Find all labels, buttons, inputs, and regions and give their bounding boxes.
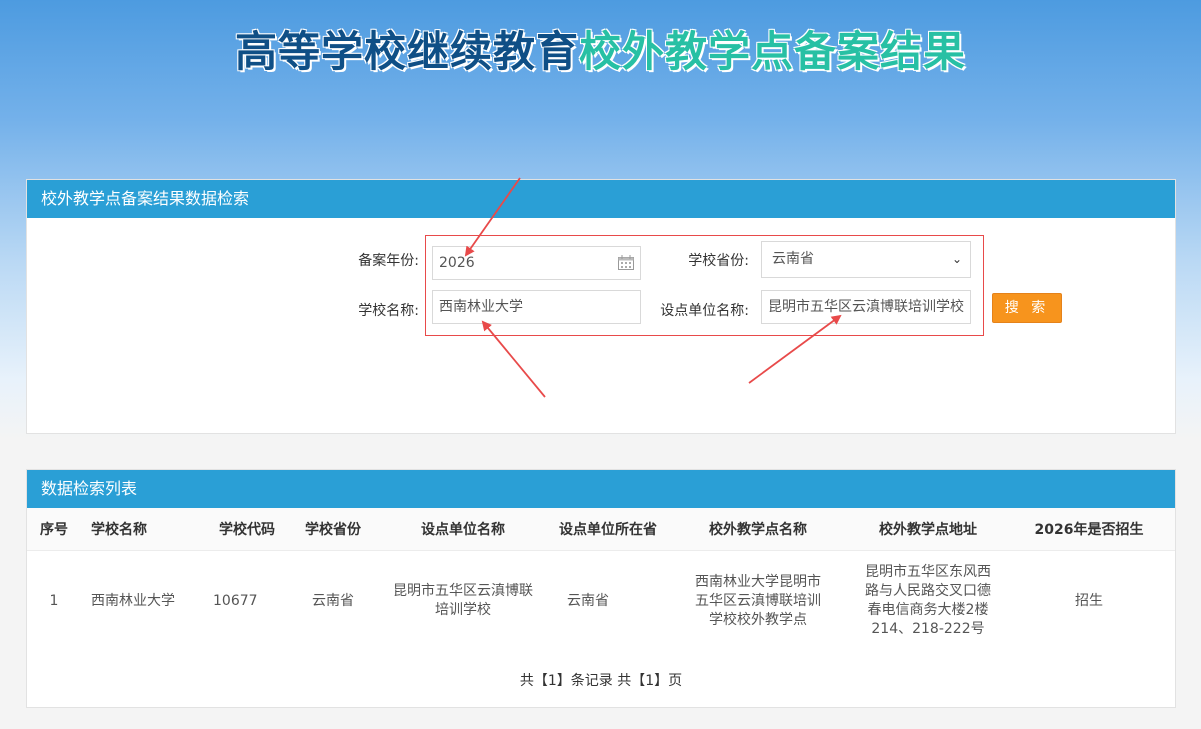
year-field[interactable]: 2026 [432,246,641,280]
col-school: 学校名称 [81,508,201,551]
cell-site-name: 西南林业大学昆明市五华区云滇博联培训学校校外教学点 [695,573,821,628]
page-title-part1: 高等学校继续教育 [234,27,579,76]
school-input[interactable]: 西南林业大学 [432,290,641,324]
cell-code: 10677 [213,592,258,609]
school-value: 西南林业大学 [439,299,523,315]
page-title-part2: 校外教学点备案结果 [579,27,967,76]
school-label: 学校名称: [358,303,419,319]
col-site-address: 校外教学点地址 [853,508,1003,551]
province-value: 云南省 [772,251,814,267]
province-label: 学校省份: [688,253,749,269]
cell-index: 1 [49,592,59,609]
col-province: 学校省份 [293,508,373,551]
col-unit-province: 设点单位所在省 [553,508,663,551]
col-recruiting: 2026年是否招生 [1003,508,1175,551]
page-title: 高等学校继续教育校外教学点备案结果 [0,18,1201,79]
results-panel: 数据检索列表 序号 学校名称 学校代码 学校省份 设点单位名称 设点单位所在省 … [26,469,1176,708]
table-row: 1 西南林业大学 10677 云南省 昆明市五华区云滇博联培训学校 云南省 西南… [27,550,1175,652]
col-code: 学校代码 [201,508,293,551]
unit-input[interactable]: 昆明市五华区云滇博联培训学校 [761,290,971,324]
results-table: 序号 学校名称 学校代码 学校省份 设点单位名称 设点单位所在省 校外教学点名称… [27,508,1175,652]
calendar-icon[interactable] [618,255,634,270]
province-select[interactable]: 云南省 ⌄ [761,241,971,278]
search-panel-title: 校外教学点备案结果数据检索 [27,180,1175,218]
search-panel: 校外教学点备案结果数据检索 备案年份: 2026 学校省份: 云南省 ⌄ 学校名… [26,179,1176,434]
col-index: 序号 [27,508,81,551]
year-value: 2026 [439,255,475,271]
year-label: 备案年份: [358,253,419,269]
table-header-row: 序号 学校名称 学校代码 学校省份 设点单位名称 设点单位所在省 校外教学点名称… [27,508,1175,551]
unit-value: 昆明市五华区云滇博联培训学校 [768,299,964,315]
unit-label: 设点单位名称: [660,303,749,319]
cell-province: 云南省 [312,592,354,609]
chevron-down-icon: ⌄ [951,252,962,266]
cell-school: 西南林业大学 [91,592,175,609]
cell-recruiting: 招生 [1075,592,1103,609]
search-button[interactable]: 搜 索 [992,293,1062,323]
cell-site-address: 昆明市五华区东风西路与人民路交叉口德春电信商务大楼2楼214、218-222号 [865,564,991,638]
cell-unit-province: 云南省 [567,592,609,609]
pagination-summary: 共【1】条记录 共【1】页 [519,673,683,689]
col-unit: 设点单位名称 [373,508,553,551]
cell-unit: 昆明市五华区云滇博联培训学校 [393,583,533,619]
results-panel-title: 数据检索列表 [27,470,1175,508]
col-site-name: 校外教学点名称 [663,508,853,551]
